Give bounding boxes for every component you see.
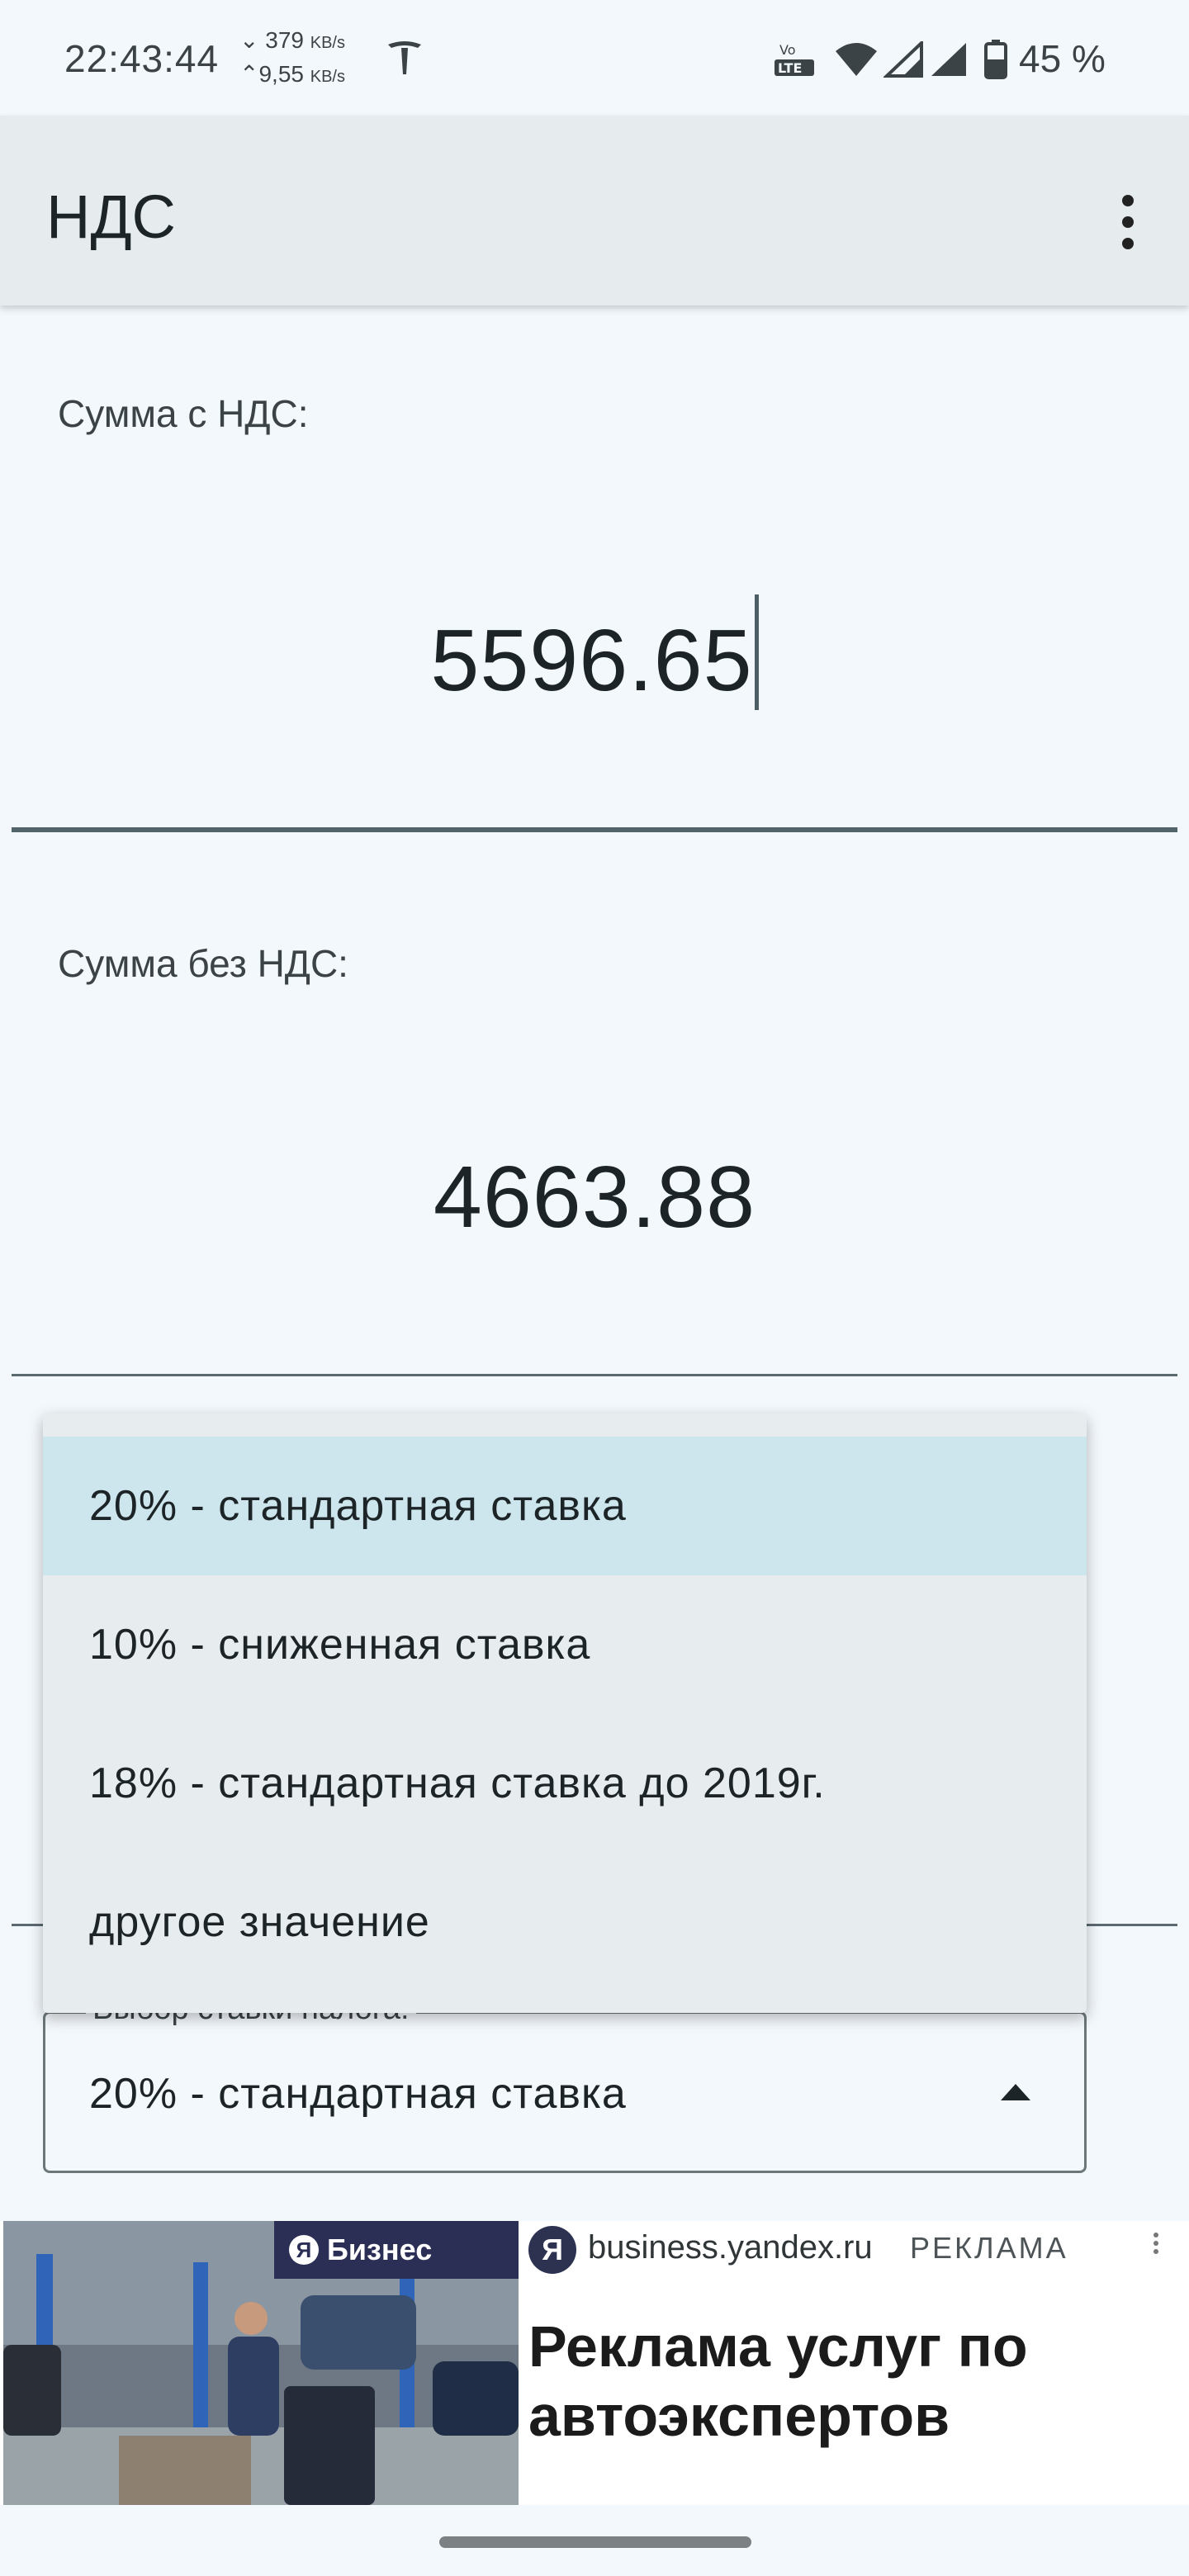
with-vat-label: Сумма с НДС: <box>58 392 309 435</box>
rate-option[interactable]: 18% - стандартная ставка до 2019г. <box>43 1714 1087 1853</box>
ad-label: РЕКЛАМА <box>910 2231 1068 2265</box>
ad-domain[interactable]: business.yandex.ru <box>588 2229 873 2266</box>
with-vat-underline <box>12 827 1177 832</box>
rate-option[interactable]: 10% - сниженная ставка <box>43 1575 1087 1714</box>
ad-options-icon[interactable] <box>1149 2229 1163 2254</box>
without-vat-label: Сумма без НДС: <box>58 942 348 985</box>
status-time: 22:43:44 <box>64 37 220 80</box>
battery-icon <box>984 40 1007 83</box>
wifi-icon <box>834 41 879 82</box>
ad-badge: Я Бизнес <box>274 2221 519 2279</box>
ad-headline[interactable]: Реклама услуг по автоэкспертов <box>528 2312 1172 2451</box>
speed-down-unit: KB/s <box>310 34 345 52</box>
volte-label-top: Vo <box>779 42 796 58</box>
network-speed: ⌄ 379 KB/s ⌃9,55 KB/s <box>239 27 345 87</box>
without-vat-underline <box>12 1374 1177 1376</box>
yandex-icon: Я <box>289 2235 319 2265</box>
gesture-nav-handle[interactable] <box>439 2536 751 2548</box>
signal-icon <box>928 41 968 82</box>
battery-percent: 45 % <box>1019 37 1106 80</box>
with-vat-value: 5596.65 <box>430 612 753 709</box>
ad-badge-text: Бизнес <box>327 2233 433 2266</box>
rate-dropdown-menu: 20% - стандартная ставка 10% - сниженная… <box>43 1413 1087 2013</box>
status-bar: 22:43:44 ⌄ 379 KB/s ⌃9,55 KB/s Vo LTE 45… <box>0 0 1189 116</box>
ad-image[interactable]: Я Бизнес <box>3 2221 519 2505</box>
rate-option[interactable]: 20% - стандартная ставка <box>43 1437 1087 1575</box>
signal-icon <box>883 39 923 82</box>
rate-option[interactable]: другое значение <box>43 1853 1087 1991</box>
more-vert-icon[interactable] <box>1111 185 1144 284</box>
dropdown-arrow-icon[interactable] <box>1001 2084 1030 2100</box>
with-vat-input[interactable]: 5596.65 <box>0 594 1189 711</box>
volte-icon: Vo LTE <box>773 41 816 82</box>
text-cursor <box>754 594 759 710</box>
app-bar: НДС <box>0 116 1189 305</box>
page-title: НДС <box>46 182 176 251</box>
speed-up: 9,55 <box>258 61 304 87</box>
speed-down: 379 <box>265 27 304 53</box>
tesla-icon <box>385 38 424 82</box>
rate-select-value: 20% - стандартная ставка <box>89 2070 627 2118</box>
volte-label-bottom: LTE <box>778 60 802 76</box>
speed-up-unit: KB/s <box>310 68 345 86</box>
yandex-icon: Я <box>528 2226 576 2274</box>
without-vat-value: 4663.88 <box>433 1148 756 1246</box>
without-vat-input[interactable]: 4663.88 <box>0 1148 1189 1248</box>
